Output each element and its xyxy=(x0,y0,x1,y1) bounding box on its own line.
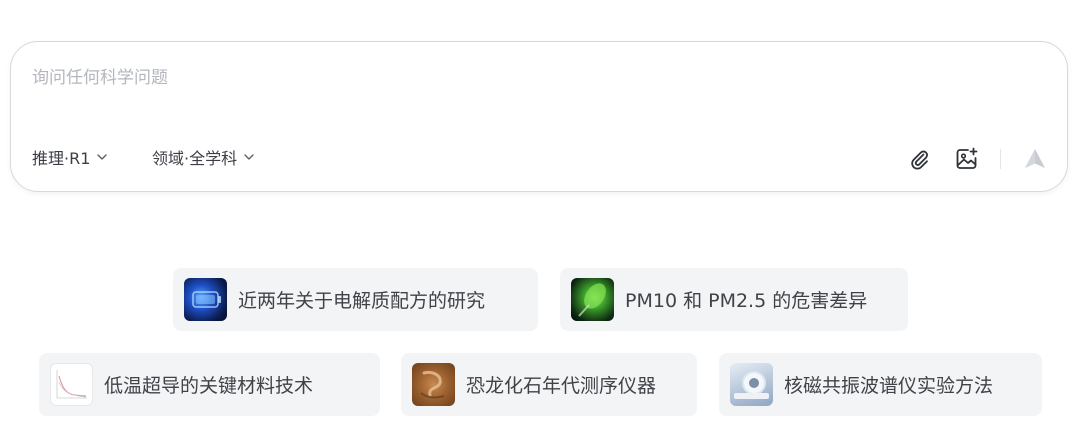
attach-button[interactable] xyxy=(906,146,932,172)
reasoning-model-select[interactable]: 推理·R1 xyxy=(32,145,108,169)
domain-select[interactable]: 领域·全学科 xyxy=(152,145,255,169)
suggestion-label: 核磁共振波谱仪实验方法 xyxy=(784,375,994,397)
suggestion-label: PM10 和 PM2.5 的危害差异 xyxy=(625,290,868,312)
toolbar-divider xyxy=(1000,149,1001,169)
suggestion-label: 近两年关于电解质配方的研究 xyxy=(238,290,486,312)
upload-image-button[interactable] xyxy=(954,146,980,172)
page: 推理·R1 领域·全学科 xyxy=(0,0,1080,443)
image-add-icon xyxy=(956,147,978,169)
paperclip-icon xyxy=(911,150,928,170)
send-arrow-icon xyxy=(1025,149,1045,168)
suggestion-chip[interactable]: 核磁共振波谱仪实验方法 xyxy=(719,353,1042,416)
fossil-image xyxy=(412,363,455,406)
suggestion-chip[interactable]: 恐龙化石年代测序仪器 xyxy=(401,353,697,416)
send-button[interactable] xyxy=(1022,146,1048,172)
question-input[interactable] xyxy=(32,64,872,92)
chart-thumbnail-image xyxy=(50,363,93,406)
chevron-down-icon xyxy=(97,154,108,160)
particle-tube-image xyxy=(571,278,614,321)
domain-label: 领域·全学科 xyxy=(152,149,238,168)
suggestion-chip[interactable]: 低温超导的关键材料技术 xyxy=(39,353,380,416)
suggestion-chip[interactable]: PM10 和 PM2.5 的危害差异 xyxy=(560,268,908,331)
battery-cell-image xyxy=(184,278,227,321)
suggestion-label: 恐龙化石年代测序仪器 xyxy=(466,375,657,397)
ask-box: 推理·R1 领域·全学科 xyxy=(10,41,1068,192)
reasoning-model-label: 推理·R1 xyxy=(32,149,91,168)
suggestion-chip[interactable]: 近两年关于电解质配方的研究 xyxy=(173,268,538,331)
chevron-down-icon xyxy=(244,154,254,160)
suggestion-label: 低温超导的关键材料技术 xyxy=(104,375,314,397)
mri-machine-image xyxy=(730,363,773,406)
